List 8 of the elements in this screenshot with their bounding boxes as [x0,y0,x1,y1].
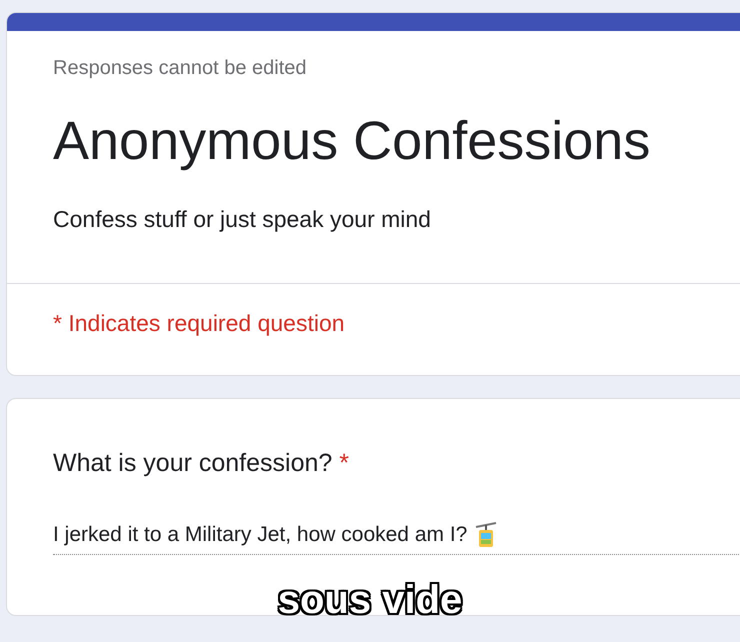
form-description: Confess stuff or just speak your mind [53,206,432,233]
required-note: * Indicates required question [52,309,346,338]
notice-text: Responses cannot be edited [53,57,308,80]
gondola-icon [475,522,498,548]
question-text: What is your confession? * [53,449,350,478]
answer-field[interactable]: I jerked it to a Military Jet, how cooked am I? [53,522,740,555]
form-title: Anonymous Confessions [53,110,652,172]
meme-caption: sous vide [278,578,462,622]
